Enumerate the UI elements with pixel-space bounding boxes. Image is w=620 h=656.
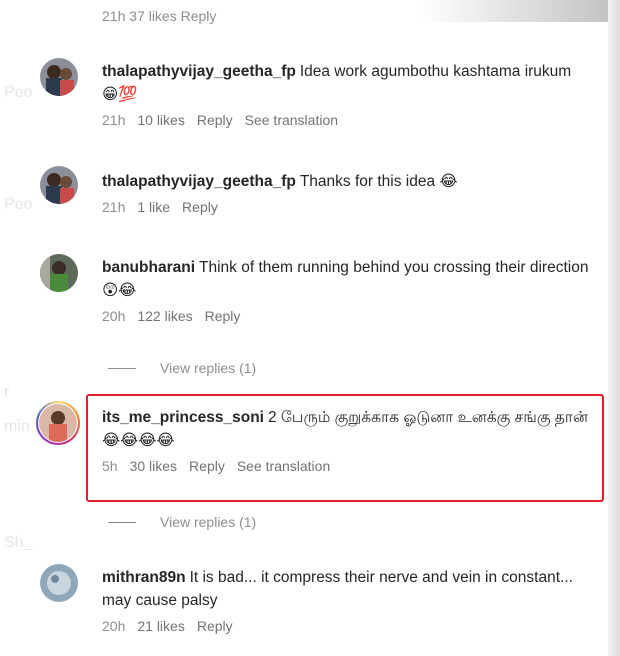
top-blur-edge: [420, 0, 620, 22]
right-scroll-edge: [608, 0, 620, 656]
avatar[interactable]: [40, 166, 78, 204]
ghost-label: Poo: [4, 196, 33, 213]
likes-link[interactable]: 1 like: [137, 199, 170, 215]
divider: [108, 367, 136, 369]
view-replies-button[interactable]: View replies (1): [108, 360, 256, 376]
ghost-label: min: [4, 418, 30, 435]
likes-link[interactable]: 10 likes: [137, 112, 184, 128]
emoji-icon: 😲😂: [102, 281, 137, 299]
comment-text: Think of them running behind you crossin…: [199, 259, 589, 276]
likes-link[interactable]: 21 likes: [137, 618, 184, 634]
likes-link[interactable]: 30 likes: [130, 458, 177, 474]
divider: [108, 521, 136, 523]
view-replies-label: View replies (1): [160, 360, 257, 376]
avatar[interactable]: [39, 404, 77, 442]
avatar[interactable]: [40, 58, 78, 96]
reply-button[interactable]: Reply: [189, 458, 225, 474]
comment-username[interactable]: mithran89n: [102, 569, 186, 586]
comment-time: 20h: [102, 618, 126, 634]
likes-link[interactable]: 122 likes: [137, 308, 192, 324]
reply-button[interactable]: Reply: [182, 199, 218, 215]
reply-button[interactable]: Reply: [197, 112, 233, 128]
avatar[interactable]: [40, 254, 78, 292]
avatar[interactable]: [40, 564, 78, 602]
comment-time: 21h: [102, 112, 126, 128]
comment-text: Idea work agumbothu kashtama irukum: [299, 63, 572, 80]
emoji-icon: 😂😂😂😂: [102, 431, 175, 449]
comment-text: 2 பேரும் குறுக்காக ஓடுனா உனக்கு சங்கு தா…: [267, 409, 589, 426]
view-replies-label: View replies (1): [160, 514, 257, 530]
ghost-label: r: [4, 384, 10, 401]
story-ring[interactable]: [36, 401, 80, 445]
comment-time: 21h: [102, 199, 126, 215]
view-replies-button[interactable]: View replies (1): [108, 514, 256, 530]
comment-time: 20h: [102, 308, 126, 324]
reply-button[interactable]: Reply: [197, 618, 233, 634]
see-translation-link[interactable]: See translation: [245, 112, 338, 128]
comment-username[interactable]: thalapathyvijay_geetha_fp: [102, 173, 296, 190]
comment-username[interactable]: banubharani: [102, 259, 195, 276]
comment-username[interactable]: its_me_princess_soni: [102, 409, 264, 426]
ghost-label: Sh_: [4, 534, 33, 551]
see-translation-link[interactable]: See translation: [237, 458, 330, 474]
ghost-label: Poo: [4, 84, 33, 101]
emoji-icon: 😂: [439, 172, 458, 190]
comment-text: Thanks for this idea: [299, 173, 436, 190]
reply-button[interactable]: Reply: [205, 308, 241, 324]
comment-username[interactable]: thalapathyvijay_geetha_fp: [102, 63, 296, 80]
emoji-icon: 😁💯: [102, 85, 138, 103]
partial-meta-line: 21h 37 likes Reply: [102, 8, 217, 24]
comment-time: 5h: [102, 458, 118, 474]
